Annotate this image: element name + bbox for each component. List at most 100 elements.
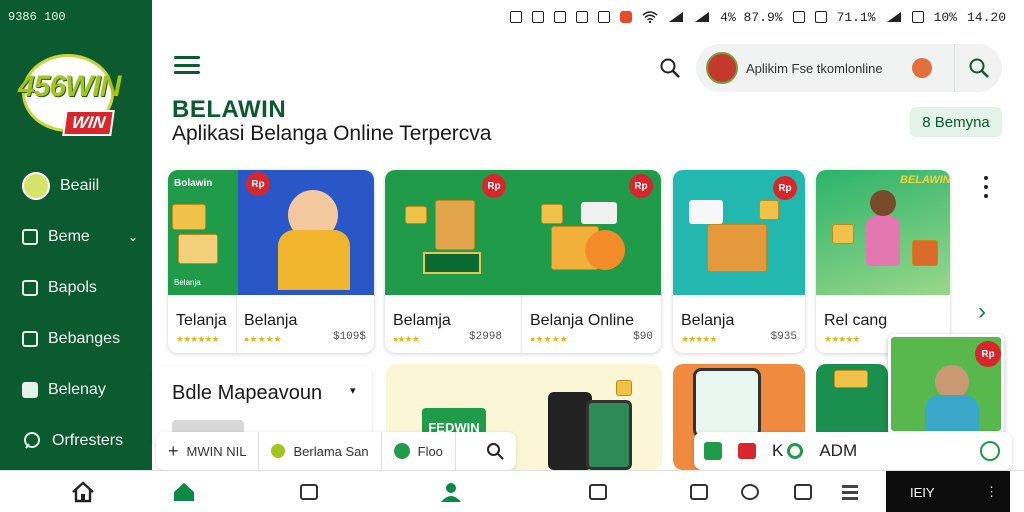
toolbar-search[interactable] [474,432,516,470]
dark-nav-label: IEIY [910,484,935,500]
calendar-icon[interactable] [686,479,712,505]
product-image: Bolawin Belanja Rp [168,170,374,295]
toolbar-item-floo[interactable]: Floo [382,432,456,470]
product-title: Belanja [681,312,735,329]
toolbar-item-berlama[interactable]: Berlama San [259,432,382,470]
price-tag: Rp [975,341,1001,367]
phone-image [586,400,632,470]
product-rating: ★★★★★★ [176,334,219,344]
character-body [278,230,350,290]
toolbar-item-home[interactable]: + MWIN NIL [156,432,260,470]
home-icon[interactable] [171,479,197,505]
notification-icon[interactable] [912,58,932,78]
gift-box [541,204,563,224]
brand-logo[interactable]: 456WIN WIN [18,50,134,140]
more-options-icon[interactable] [982,176,990,198]
product-image: Rp [673,170,805,295]
gift-box [834,370,868,388]
product-rating: ●★★★★ [244,334,282,344]
bag-icon[interactable] [296,479,322,505]
status-percent-3: 10% [933,9,957,25]
product-rating: ●★★★ [393,334,420,344]
status-bar: 4% 87.9% 71.1% 10% 14.20 [152,0,1024,34]
signal-icon-2 [695,12,710,22]
bottom-nav: IEIY ⋮ [0,470,1024,512]
home-outline-icon[interactable] [70,479,96,505]
price-tag: Rp [246,172,270,196]
sidebar-time: 9386 100 [8,10,66,24]
product-card[interactable]: Bolawin Belanja Rp Telanja ★★★★★★ Belanj… [168,170,374,353]
gift-box [405,206,427,224]
sidebar-item-belenay[interactable]: Belenay [0,364,152,415]
avatar-icon [22,171,50,200]
globe-icon [393,443,410,459]
smile-icon[interactable] [980,441,1000,461]
sidebar: 9386 100 456WIN WIN Beaiil Beme ⌄ Bapols [0,0,152,470]
page-subtitle: Aplikasi Belanga Online Terpercva [172,122,492,145]
cast-icon [576,11,589,23]
caret-down-icon[interactable]: ▾ [350,384,356,397]
dark-nav-button[interactable]: IEIY ⋮ [886,471,1010,512]
rotate-icon [814,11,827,23]
product-card[interactable]: Rp Rp Belamja ●★★★ $2998 Belanja Online … [385,170,661,353]
price-tag: Rp [482,174,506,198]
image-label: Belanja [174,278,201,287]
chevron-down-icon: ⌄ [127,229,138,244]
shield-icon[interactable] [790,479,816,505]
chevron-right-icon[interactable]: › [978,298,986,326]
gift-box [759,200,779,220]
shopping-basket [707,224,767,272]
refresh-icon[interactable] [787,443,804,459]
product-title: Belanja [244,312,298,329]
sidebar-item-label: Beaiil [60,176,100,194]
menu-line [174,71,200,74]
list-icon[interactable] [704,442,722,460]
menu-list-icon[interactable] [837,479,863,505]
toolbar-label: Berlama San [293,443,369,459]
mail-icon[interactable] [737,479,763,505]
sidebar-item-bapols[interactable]: Bapols [0,262,152,313]
profile-icon[interactable] [438,479,464,505]
product-price: $2998 [469,331,503,343]
logo-badge: WIN [62,110,115,136]
heart-icon[interactable] [738,443,756,459]
search-icon[interactable] [659,57,681,79]
gift-box [172,204,206,230]
toolbar-text-k[interactable]: K [772,441,783,461]
image-label: BELAWIN [900,174,950,186]
product-price: $90 [633,331,653,343]
sidebar-item-label: Orfresters [52,431,124,449]
popup-ad[interactable]: Rp [888,334,1004,434]
nfc-icon [554,11,567,23]
toolbar-label: Floo [417,443,443,459]
quick-toolbar-2: K ADM [694,432,1012,470]
sidebar-item-bebanges[interactable]: Bebanges [0,313,152,364]
toolbar-text-adm[interactable]: ADM [819,441,857,461]
battery-saver-icon [532,11,545,23]
avatar[interactable] [706,52,738,84]
toolbar-label: MWIN NIL [186,443,247,459]
sidebar-item-beaiil[interactable]: Beaiil [0,160,152,211]
account-search-button[interactable] [954,44,1002,92]
sidebar-item-label: Bapols [48,278,97,296]
fruit-bowl [585,230,625,270]
more-vertical-icon: ⋮ [985,484,998,499]
shopping-bag [435,200,475,250]
battery-icon [792,11,805,23]
gift-box [912,240,938,266]
character-head [870,190,896,216]
action-button[interactable]: 8 Bemyna [910,107,1002,137]
search-icon [487,443,504,460]
account-bar[interactable]: Aplikim Fse tkomlonline [696,44,1002,92]
sidebar-item-orfresters[interactable]: Orfresters [0,415,152,466]
wallet-icon[interactable] [585,479,611,505]
menu-button[interactable] [174,56,200,74]
product-card[interactable]: Rp Belanja ★★★★★ $935 [673,170,805,353]
location-icon [271,444,286,458]
sidebar-item-label: Beme [48,227,90,245]
product-card[interactable]: BELAWIN Rel cang ★★★★★ [816,170,950,353]
sign-board [423,252,481,274]
product-image: Rp Rp [385,170,661,295]
sidebar-item-beme[interactable]: Beme ⌄ [0,211,152,262]
sidebar-item-label: Belenay [48,380,106,398]
